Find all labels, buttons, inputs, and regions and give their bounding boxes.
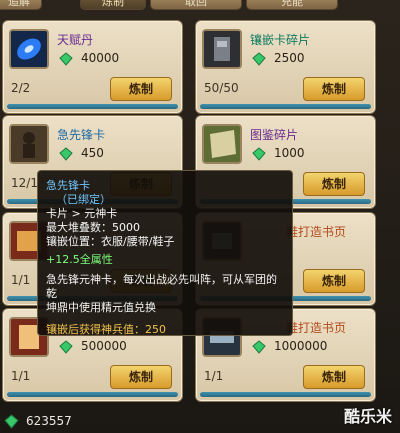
craft-button[interactable]: 炼制 — [303, 365, 365, 389]
item-icon[interactable] — [9, 29, 49, 69]
item-count: 1/1 — [204, 369, 224, 383]
tab-0[interactable]: 追解 — [0, 0, 42, 10]
craft-button[interactable]: 炼制 — [303, 77, 365, 101]
tooltip-desc-1: 急先锋元神卡，每次出战必先叫阵，可从军团的乾 — [46, 273, 277, 300]
item-icon[interactable] — [9, 124, 49, 164]
tab-2[interactable]: 取回 — [150, 0, 242, 10]
gem-icon — [4, 414, 19, 429]
item-tooltip: 急先锋卡 （已绑定） 卡片 > 元神卡 最大堆叠数：5000 镶嵌位置：衣服/腰… — [37, 170, 293, 336]
tab-3[interactable]: 充能 — [246, 0, 338, 10]
tooltip-bonus: +12.5全属性 — [46, 253, 113, 266]
gem-icon — [59, 340, 73, 354]
craft-card-inlay-fragment: 镶嵌卡碎片 2500 50/50 炼制 — [195, 20, 376, 114]
item-price: 2500 — [274, 51, 305, 65]
item-count: 1/1 — [11, 273, 31, 287]
item-price: 1000 — [274, 146, 305, 160]
progress-bar — [200, 104, 371, 109]
crafting-panel: 追解 炼制 取回 充能 天赋丹 40000 2/2 炼制 镶嵌卡碎片 2500 … — [0, 0, 400, 433]
tooltip-slots: 镶嵌位置：衣服/腰带/鞋子 — [46, 235, 175, 248]
item-count: 50/50 — [204, 81, 239, 95]
item-count: 1/1 — [11, 369, 31, 383]
item-count: 2/2 — [11, 81, 31, 95]
gem-icon — [252, 147, 266, 161]
tooltip-desc-2: 坤鼎中使用精元值兑换 — [46, 301, 156, 314]
gem-icon — [59, 147, 73, 161]
craft-card-tianfudan: 天赋丹 40000 2/2 炼制 — [2, 20, 183, 114]
item-name: 天赋丹 — [57, 33, 94, 47]
tooltip-item-name: 急先锋卡 — [46, 179, 90, 192]
item-name: 图鉴碎片 — [250, 128, 299, 142]
currency-value: 623557 — [26, 414, 72, 428]
progress-bar — [7, 392, 178, 397]
craft-button[interactable]: 炼制 — [303, 172, 365, 196]
item-price: 500000 — [81, 339, 127, 353]
craft-button[interactable]: 炼制 — [110, 77, 172, 101]
craft-button[interactable]: 炼制 — [110, 365, 172, 389]
item-icon[interactable] — [202, 29, 242, 69]
item-name: 鞋打造书页 — [286, 321, 347, 335]
watermark: 酷乐米 — [343, 407, 392, 426]
gem-icon — [59, 52, 73, 66]
item-price: 450 — [81, 146, 104, 160]
progress-bar — [7, 104, 178, 109]
item-icon[interactable] — [202, 124, 242, 164]
tooltip-category: 卡片 > 元神卡 — [46, 207, 118, 220]
tooltip-reward: 镶嵌后获得神兵值：250 — [46, 323, 166, 336]
tab-strip: 追解 炼制 取回 充能 — [0, 0, 400, 12]
tab-1[interactable]: 炼制 — [80, 0, 146, 10]
tooltip-bound: （已绑定） — [56, 193, 111, 206]
item-name: 急先锋卡 — [57, 128, 106, 142]
item-price: 1000000 — [274, 339, 328, 353]
item-name: 鞋打造书页 — [286, 225, 347, 239]
item-price: 40000 — [81, 51, 120, 65]
gem-icon — [252, 52, 266, 66]
item-name: 镶嵌卡碎片 — [250, 33, 311, 47]
item-count: 12/1 — [11, 176, 38, 190]
craft-button[interactable]: 炼制 — [303, 269, 365, 293]
tooltip-stack: 最大堆叠数：5000 — [46, 221, 140, 234]
gem-icon — [252, 340, 266, 354]
progress-bar — [200, 392, 371, 397]
